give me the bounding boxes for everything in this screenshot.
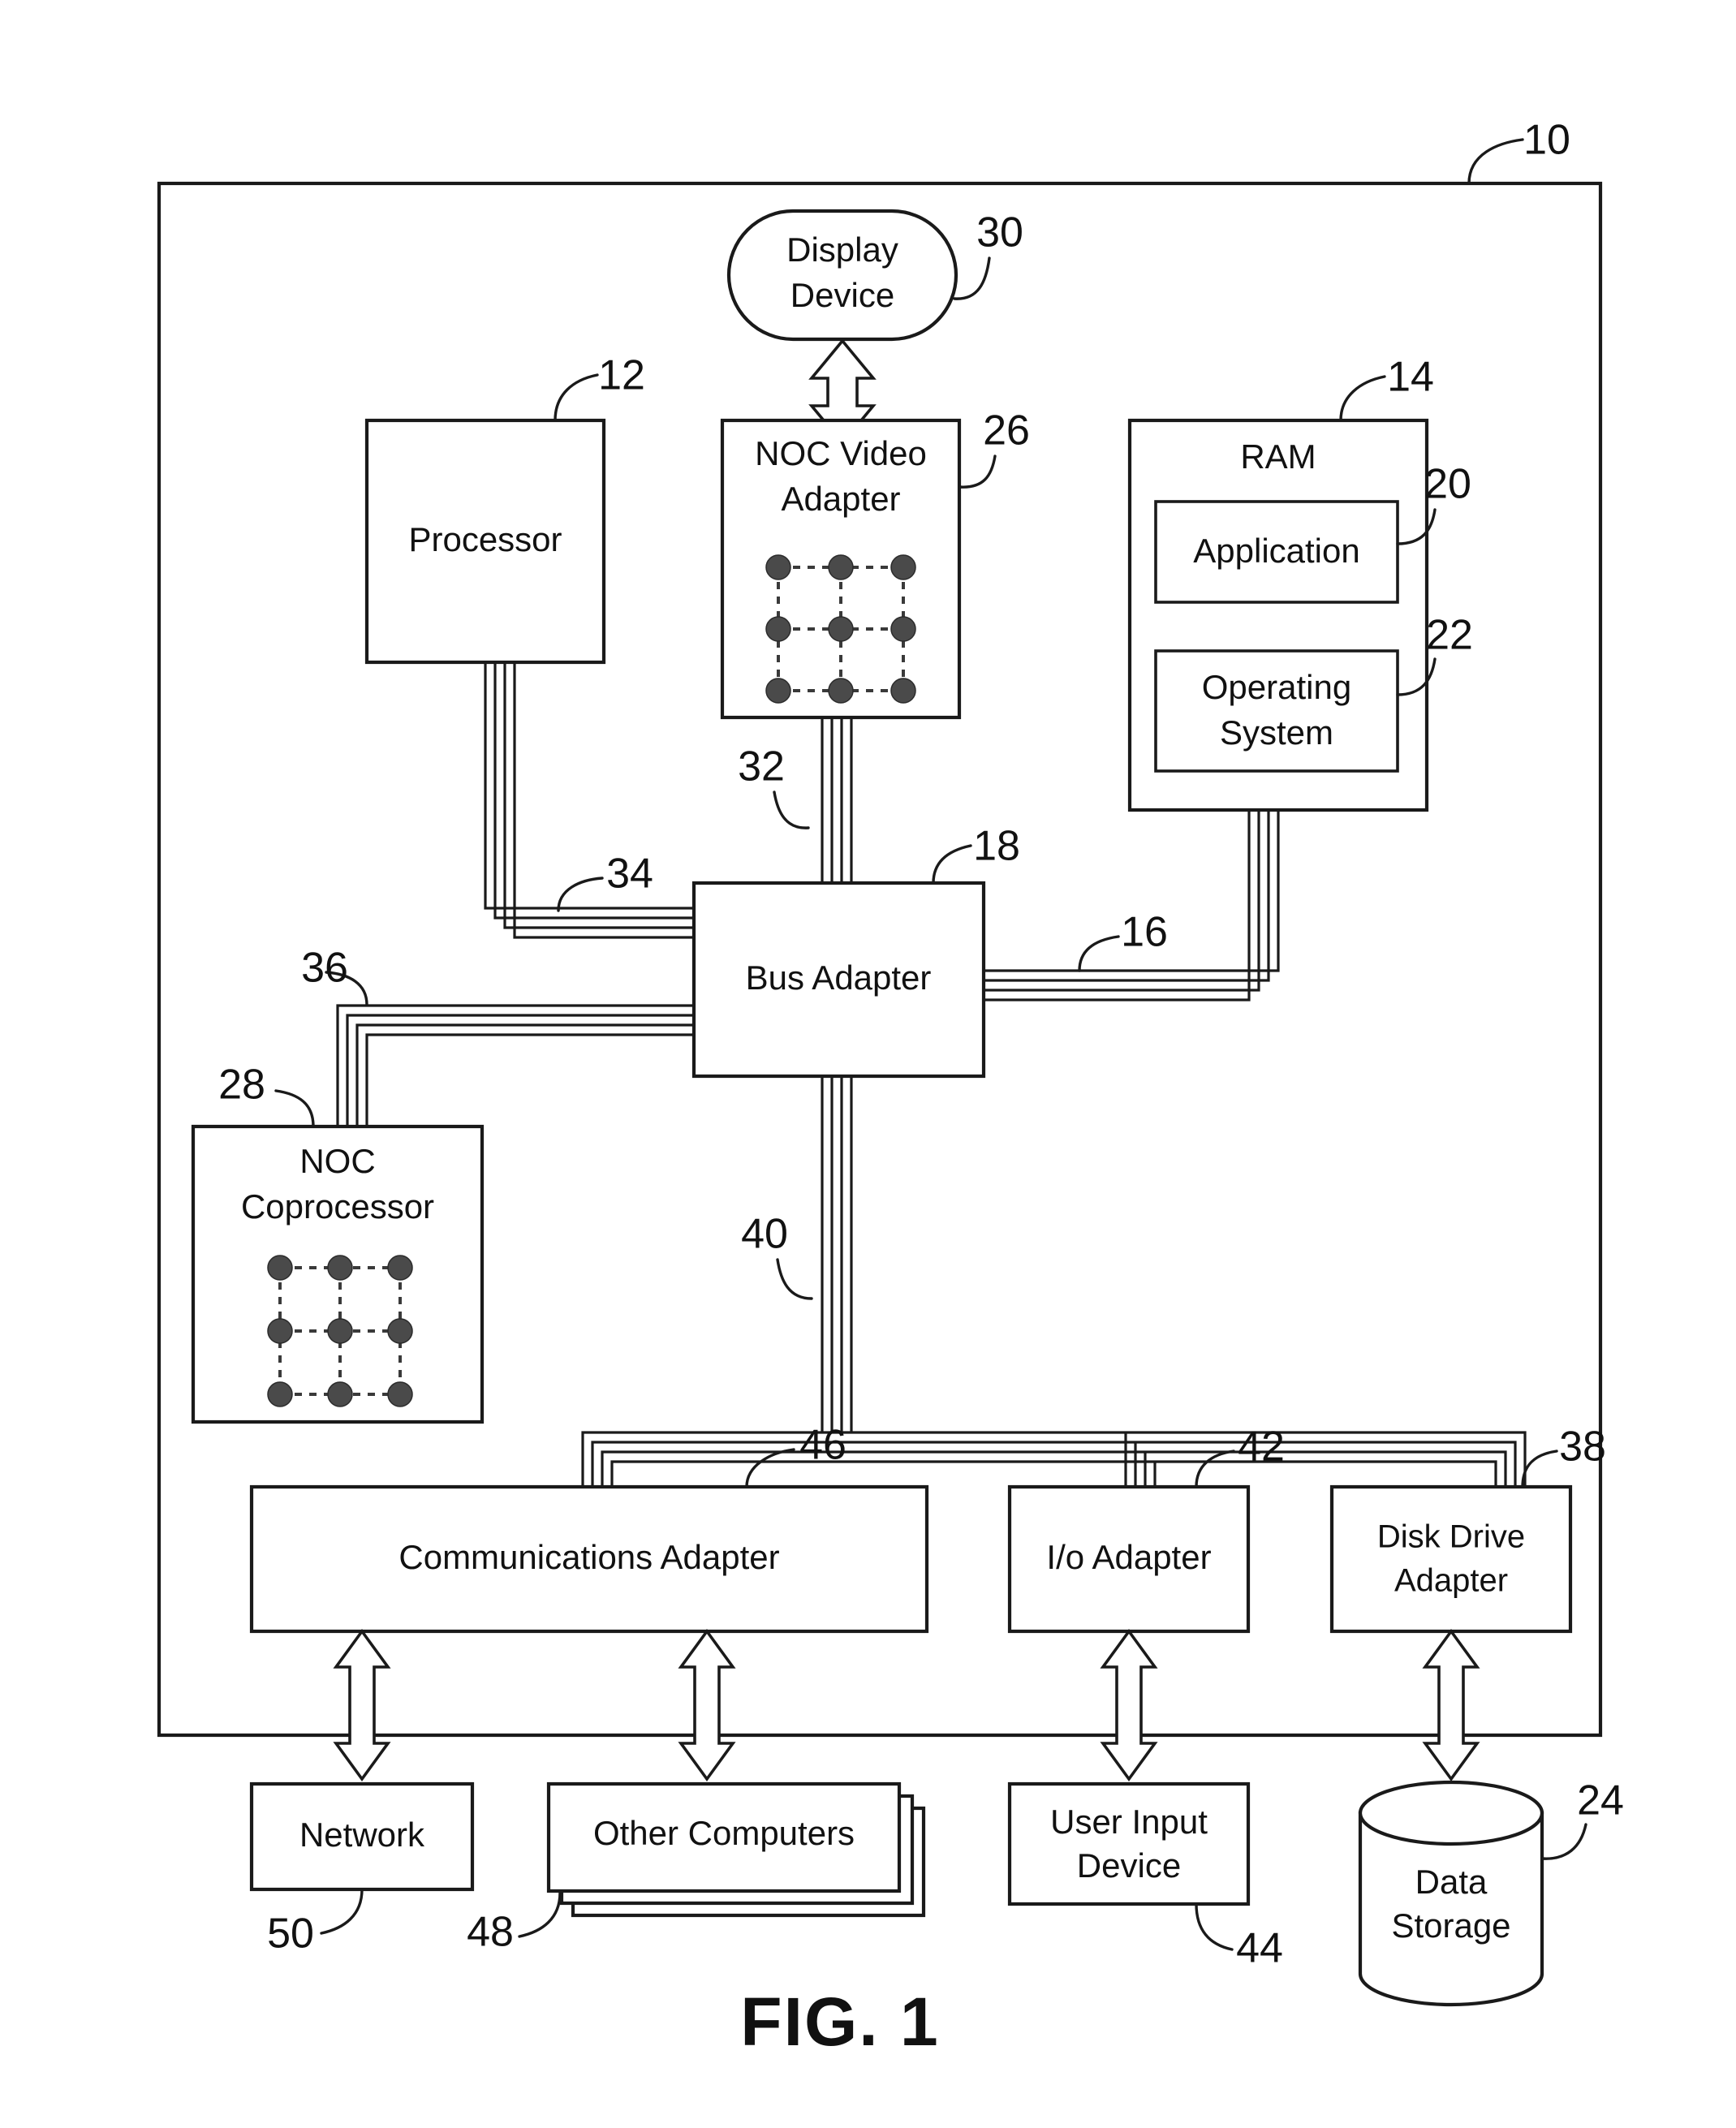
leader-line-io-adapter xyxy=(1195,1450,1235,1488)
figure-caption: FIG. 1 xyxy=(740,1984,939,2060)
ref-numeral-18: 18 xyxy=(973,823,1020,870)
ram-label: RAM xyxy=(1240,437,1316,476)
video-bus-32 xyxy=(821,717,853,883)
bus-adapter-label: Bus Adapter xyxy=(746,958,932,997)
expansion-bus-40 xyxy=(581,1076,1527,1487)
disk-drive-adapter-label-line1: Disk Drive xyxy=(1377,1519,1525,1555)
ref-numeral-20: 20 xyxy=(1424,461,1471,508)
noc-video-adapter-label-line2: Adapter xyxy=(781,480,900,518)
leader-line-processor xyxy=(554,373,599,422)
leader-line-video-bus xyxy=(773,790,810,829)
mesh-node xyxy=(327,1381,353,1407)
operating-system-label-line2: System xyxy=(1220,713,1333,752)
leader-line-noc-video-adapter xyxy=(958,454,997,489)
mesh-node xyxy=(765,616,791,642)
mesh-node xyxy=(890,616,916,642)
arrow-disk-adapter-to-data-storage xyxy=(1422,1628,1480,1782)
ref-numeral-16: 16 xyxy=(1121,909,1168,956)
noc-coprocessor-label-line2: Coprocessor xyxy=(241,1187,434,1226)
mesh-node xyxy=(828,554,854,580)
ref-numeral-32: 32 xyxy=(738,743,785,790)
ref-numeral-12: 12 xyxy=(598,352,645,399)
ref-numeral-36: 36 xyxy=(301,945,348,992)
mesh-node xyxy=(387,1255,413,1281)
leader-line-communications-adapter xyxy=(745,1448,795,1488)
leader-line-user-input-device xyxy=(1195,1902,1234,1951)
leader-line-front-side-bus-ram xyxy=(1078,935,1120,972)
ref-numeral-50: 50 xyxy=(267,1910,314,1958)
noc-video-adapter-label-line1: NOC Video xyxy=(755,434,927,472)
mesh-node xyxy=(828,678,854,704)
arrow-comm-adapter-to-network xyxy=(333,1628,391,1782)
arrow-io-adapter-to-user-input-device xyxy=(1100,1628,1158,1782)
disk-drive-adapter-box xyxy=(1329,1484,1573,1634)
ref-numeral-10: 10 xyxy=(1523,117,1570,164)
leader-line-data-storage xyxy=(1540,1823,1587,1860)
front-side-bus-ram-16 xyxy=(984,810,1280,1002)
mesh-node xyxy=(890,678,916,704)
mesh-node xyxy=(267,1255,293,1281)
ref-numeral-40: 40 xyxy=(741,1211,788,1258)
display-device-label-line1: Display xyxy=(786,230,898,269)
ref-numeral-42: 42 xyxy=(1238,1424,1285,1471)
data-storage-label-line1: Data xyxy=(1415,1863,1488,1901)
leader-line-disk-drive-adapter xyxy=(1521,1450,1558,1488)
leader-line-chassis xyxy=(1467,138,1524,185)
ref-numeral-38: 38 xyxy=(1559,1424,1606,1471)
mesh-node xyxy=(387,1318,413,1344)
application-label: Application xyxy=(1193,532,1359,570)
mesh-node xyxy=(267,1318,293,1344)
operating-system-label-line1: Operating xyxy=(1202,668,1351,706)
front-side-bus-processor-34 xyxy=(484,662,694,939)
mesh-node xyxy=(765,554,791,580)
leader-line-bus-adapter xyxy=(932,844,972,885)
mesh-node xyxy=(327,1255,353,1281)
processor-label: Processor xyxy=(408,520,562,558)
leader-line-ram xyxy=(1339,375,1386,422)
coprocessor-bus-36 xyxy=(336,1004,694,1126)
leader-line-network xyxy=(320,1888,364,1935)
mesh-node xyxy=(327,1318,353,1344)
ref-numeral-24: 24 xyxy=(1577,1777,1624,1824)
mesh-node xyxy=(267,1381,293,1407)
leader-line-display-device xyxy=(953,256,991,300)
ref-numeral-46: 46 xyxy=(799,1422,846,1469)
ref-numeral-44: 44 xyxy=(1236,1925,1283,1972)
ref-numeral-34: 34 xyxy=(606,851,653,898)
mesh-node xyxy=(828,616,854,642)
patent-figure-1: 10 Display Device 30 Processor 12 NOC Vi… xyxy=(157,117,1624,2060)
mesh-node xyxy=(765,678,791,704)
display-device-label-line2: Device xyxy=(790,276,894,314)
ref-numeral-26: 26 xyxy=(983,407,1030,454)
noc-coprocessor-label-line1: NOC xyxy=(299,1142,375,1180)
mesh-node xyxy=(890,554,916,580)
ref-numeral-14: 14 xyxy=(1387,354,1434,401)
ref-numeral-28: 28 xyxy=(218,1062,265,1109)
leader-line-front-side-bus-processor xyxy=(557,877,604,912)
communications-adapter-label: Communications Adapter xyxy=(398,1538,779,1576)
leader-line-expansion-bus xyxy=(776,1258,813,1300)
other-computers-label: Other Computers xyxy=(593,1814,855,1852)
ref-numeral-22: 22 xyxy=(1426,612,1473,659)
ref-numeral-30: 30 xyxy=(976,209,1023,256)
mesh-node xyxy=(387,1381,413,1407)
network-label: Network xyxy=(299,1816,425,1854)
ref-numeral-48: 48 xyxy=(467,1909,514,1956)
leader-line-noc-coprocessor xyxy=(274,1089,315,1128)
data-storage-label-line2: Storage xyxy=(1391,1906,1510,1945)
user-input-device-label-line1: User Input xyxy=(1050,1803,1208,1841)
io-adapter-label: I/o Adapter xyxy=(1046,1538,1211,1576)
disk-drive-adapter-label-line2: Adapter xyxy=(1394,1563,1508,1599)
arrow-comm-adapter-to-other-computers xyxy=(678,1628,736,1782)
leader-line-other-computers xyxy=(518,1891,562,1938)
user-input-device-label-line2: Device xyxy=(1077,1846,1181,1885)
